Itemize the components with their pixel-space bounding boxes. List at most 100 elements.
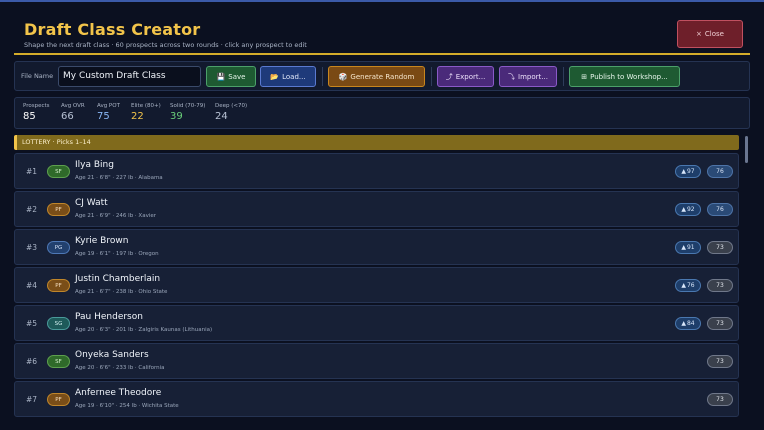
save-button[interactable]: 💾 Save [206,66,256,87]
potential-value: 84 [686,320,695,327]
prospect-rank: #4 [26,281,38,290]
position-badge: SG [47,317,70,330]
position-badge: PF [47,203,70,216]
potential-badge: ▲ 97 [675,165,701,178]
prospect-row[interactable]: #2 PF CJ Watt Age 21 · 6'9" · 246 lb · Xavi… [14,191,739,227]
prospect-row[interactable]: #6 SF Onyeka Sanders Age 20 · 6'6" · 233 lb… [14,343,739,379]
export-icon: ⤴ [445,72,453,81]
prospect-details: Age 20 · 6'6" · 233 lb · California [75,365,165,371]
section-header-lottery: LOTTERY · Picks 1–14 [14,135,739,150]
prospect-name: Kyrie Brown [75,236,129,246]
load-label: Load... [282,72,306,81]
header: Draft Class Creator Shape the next draft… [14,12,750,54]
stat-label: Elite (80+) [131,103,161,109]
close-button[interactable]: × Close [677,20,743,48]
stat-value: 66 [61,111,74,122]
save-label: Save [228,72,246,81]
overall-badge: 73 [707,393,733,406]
stat-label: Prospects [23,103,50,109]
potential-badge: ▲ 91 [675,241,701,254]
generate-label: Generate Random [350,72,415,81]
potential-badge: ▲ 92 [675,203,701,216]
file-name-input[interactable]: My Custom Draft Class [58,66,201,87]
export-label: Export... [455,72,486,81]
prospect-details: Age 20 · 6'3" · 201 lb · Zalgiris Kaunas… [75,327,213,333]
arrow-up-icon: ▲ [681,206,686,213]
stat-label: Deep (<70) [215,103,248,109]
stat-elite: Elite (80+) 22 [131,103,161,122]
prospect-details: Age 19 · 6'10" · 254 lb · Wichita State [75,403,179,409]
import-label: Import... [518,72,548,81]
prospect-rank: #6 [26,357,38,366]
potential-badge: ▲ 76 [675,279,701,292]
arrow-up-icon: ▲ [681,282,686,289]
prospect-name: Justin Chamberlain [75,274,161,284]
stat-value: 22 [131,111,144,122]
export-button[interactable]: ⤴ Export... [437,66,494,87]
prospect-name: Onyeka Sanders [75,350,149,360]
prospect-name: Ilya Bing [75,160,114,170]
toolbar-divider [563,67,564,86]
prospect-rank: #1 [26,167,38,176]
stat-prospects: Prospects 85 [23,103,50,122]
prospect-rank: #7 [26,395,38,404]
file-name-label: File Name [21,72,54,80]
stat-value: 85 [23,111,36,122]
prospect-rank: #3 [26,243,38,252]
stat-avg-ovr: Avg OVR 66 [61,103,85,122]
prospect-row[interactable]: #4 PF Justin Chamberlain Age 21 · 6'7" · 23… [14,267,739,303]
potential-value: 97 [686,168,695,175]
header-divider [14,53,750,55]
load-button[interactable]: 📂 Load... [260,66,316,87]
prospect-row[interactable]: #3 PG Kyrie Brown Age 19 · 6'1" · 197 lb · … [14,229,739,265]
publish-workshop-button[interactable]: ⊞ Publish to Workshop... [569,66,680,87]
overall-badge: 73 [707,317,733,330]
close-icon: × [696,30,702,38]
overall-badge: 73 [707,279,733,292]
potential-value: 91 [686,244,695,251]
position-badge: SF [47,165,70,178]
overall-badge: 73 [707,241,733,254]
top-accent-line [0,0,764,2]
prospect-details: Age 21 · 6'9" · 246 lb · Xavier [75,213,156,219]
stat-label: Solid (70-79) [170,103,206,109]
prospect-details: Age 21 · 6'8" · 227 lb · Alabama [75,175,163,181]
prospect-row[interactable]: #7 PF Anfernee Theodore Age 19 · 6'10" · 25… [14,381,739,417]
workshop-icon: ⊞ [581,72,588,81]
dice-icon: 🎲 [338,72,348,81]
prospect-rank: #5 [26,319,38,328]
scrollbar-thumb[interactable] [745,136,748,163]
page-subtitle: Shape the next draft class · 60 prospect… [24,41,307,49]
prospect-name: CJ Watt [75,198,108,208]
potential-value: 76 [686,282,695,289]
position-badge: PF [47,279,70,292]
generate-random-button[interactable]: 🎲 Generate Random [328,66,425,87]
publish-label: Publish to Workshop... [590,72,668,81]
prospect-details: Age 19 · 6'1" · 197 lb · Oregon [75,251,159,257]
position-badge: PG [47,241,70,254]
overall-badge: 76 [707,203,733,216]
arrow-up-icon: ▲ [681,168,686,175]
overall-badge: 73 [707,355,733,368]
stat-value: 39 [170,111,183,122]
prospect-details: Age 21 · 6'7" · 238 lb · Ohio State [75,289,168,295]
stat-avg-pot: Avg POT 75 [97,103,120,122]
stat-deep: Deep (<70) 24 [215,103,247,122]
prospect-name: Pau Henderson [75,312,143,322]
toolbar: File Name My Custom Draft Class 💾 Save 📂… [14,61,750,91]
position-badge: PF [47,393,70,406]
potential-value: 92 [686,206,695,213]
stat-value: 75 [97,111,110,122]
folder-icon: 📂 [270,72,280,81]
stat-value: 24 [215,111,228,122]
prospect-row[interactable]: #5 SG Pau Henderson Age 20 · 6'3" · 201 lb … [14,305,739,341]
position-badge: SF [47,355,70,368]
import-icon: ⤵ [508,72,516,81]
save-icon: 💾 [216,72,226,81]
prospect-row[interactable]: #1 SF Ilya Bing Age 21 · 6'8" · 227 lb · Al… [14,153,739,189]
overall-badge: 76 [707,165,733,178]
stats-panel: Prospects 85 Avg OVR 66 Avg POT 75 Elite… [14,97,750,129]
toolbar-divider [431,67,432,86]
stat-label: Avg POT [97,103,120,109]
import-button[interactable]: ⤵ Import... [499,66,557,87]
